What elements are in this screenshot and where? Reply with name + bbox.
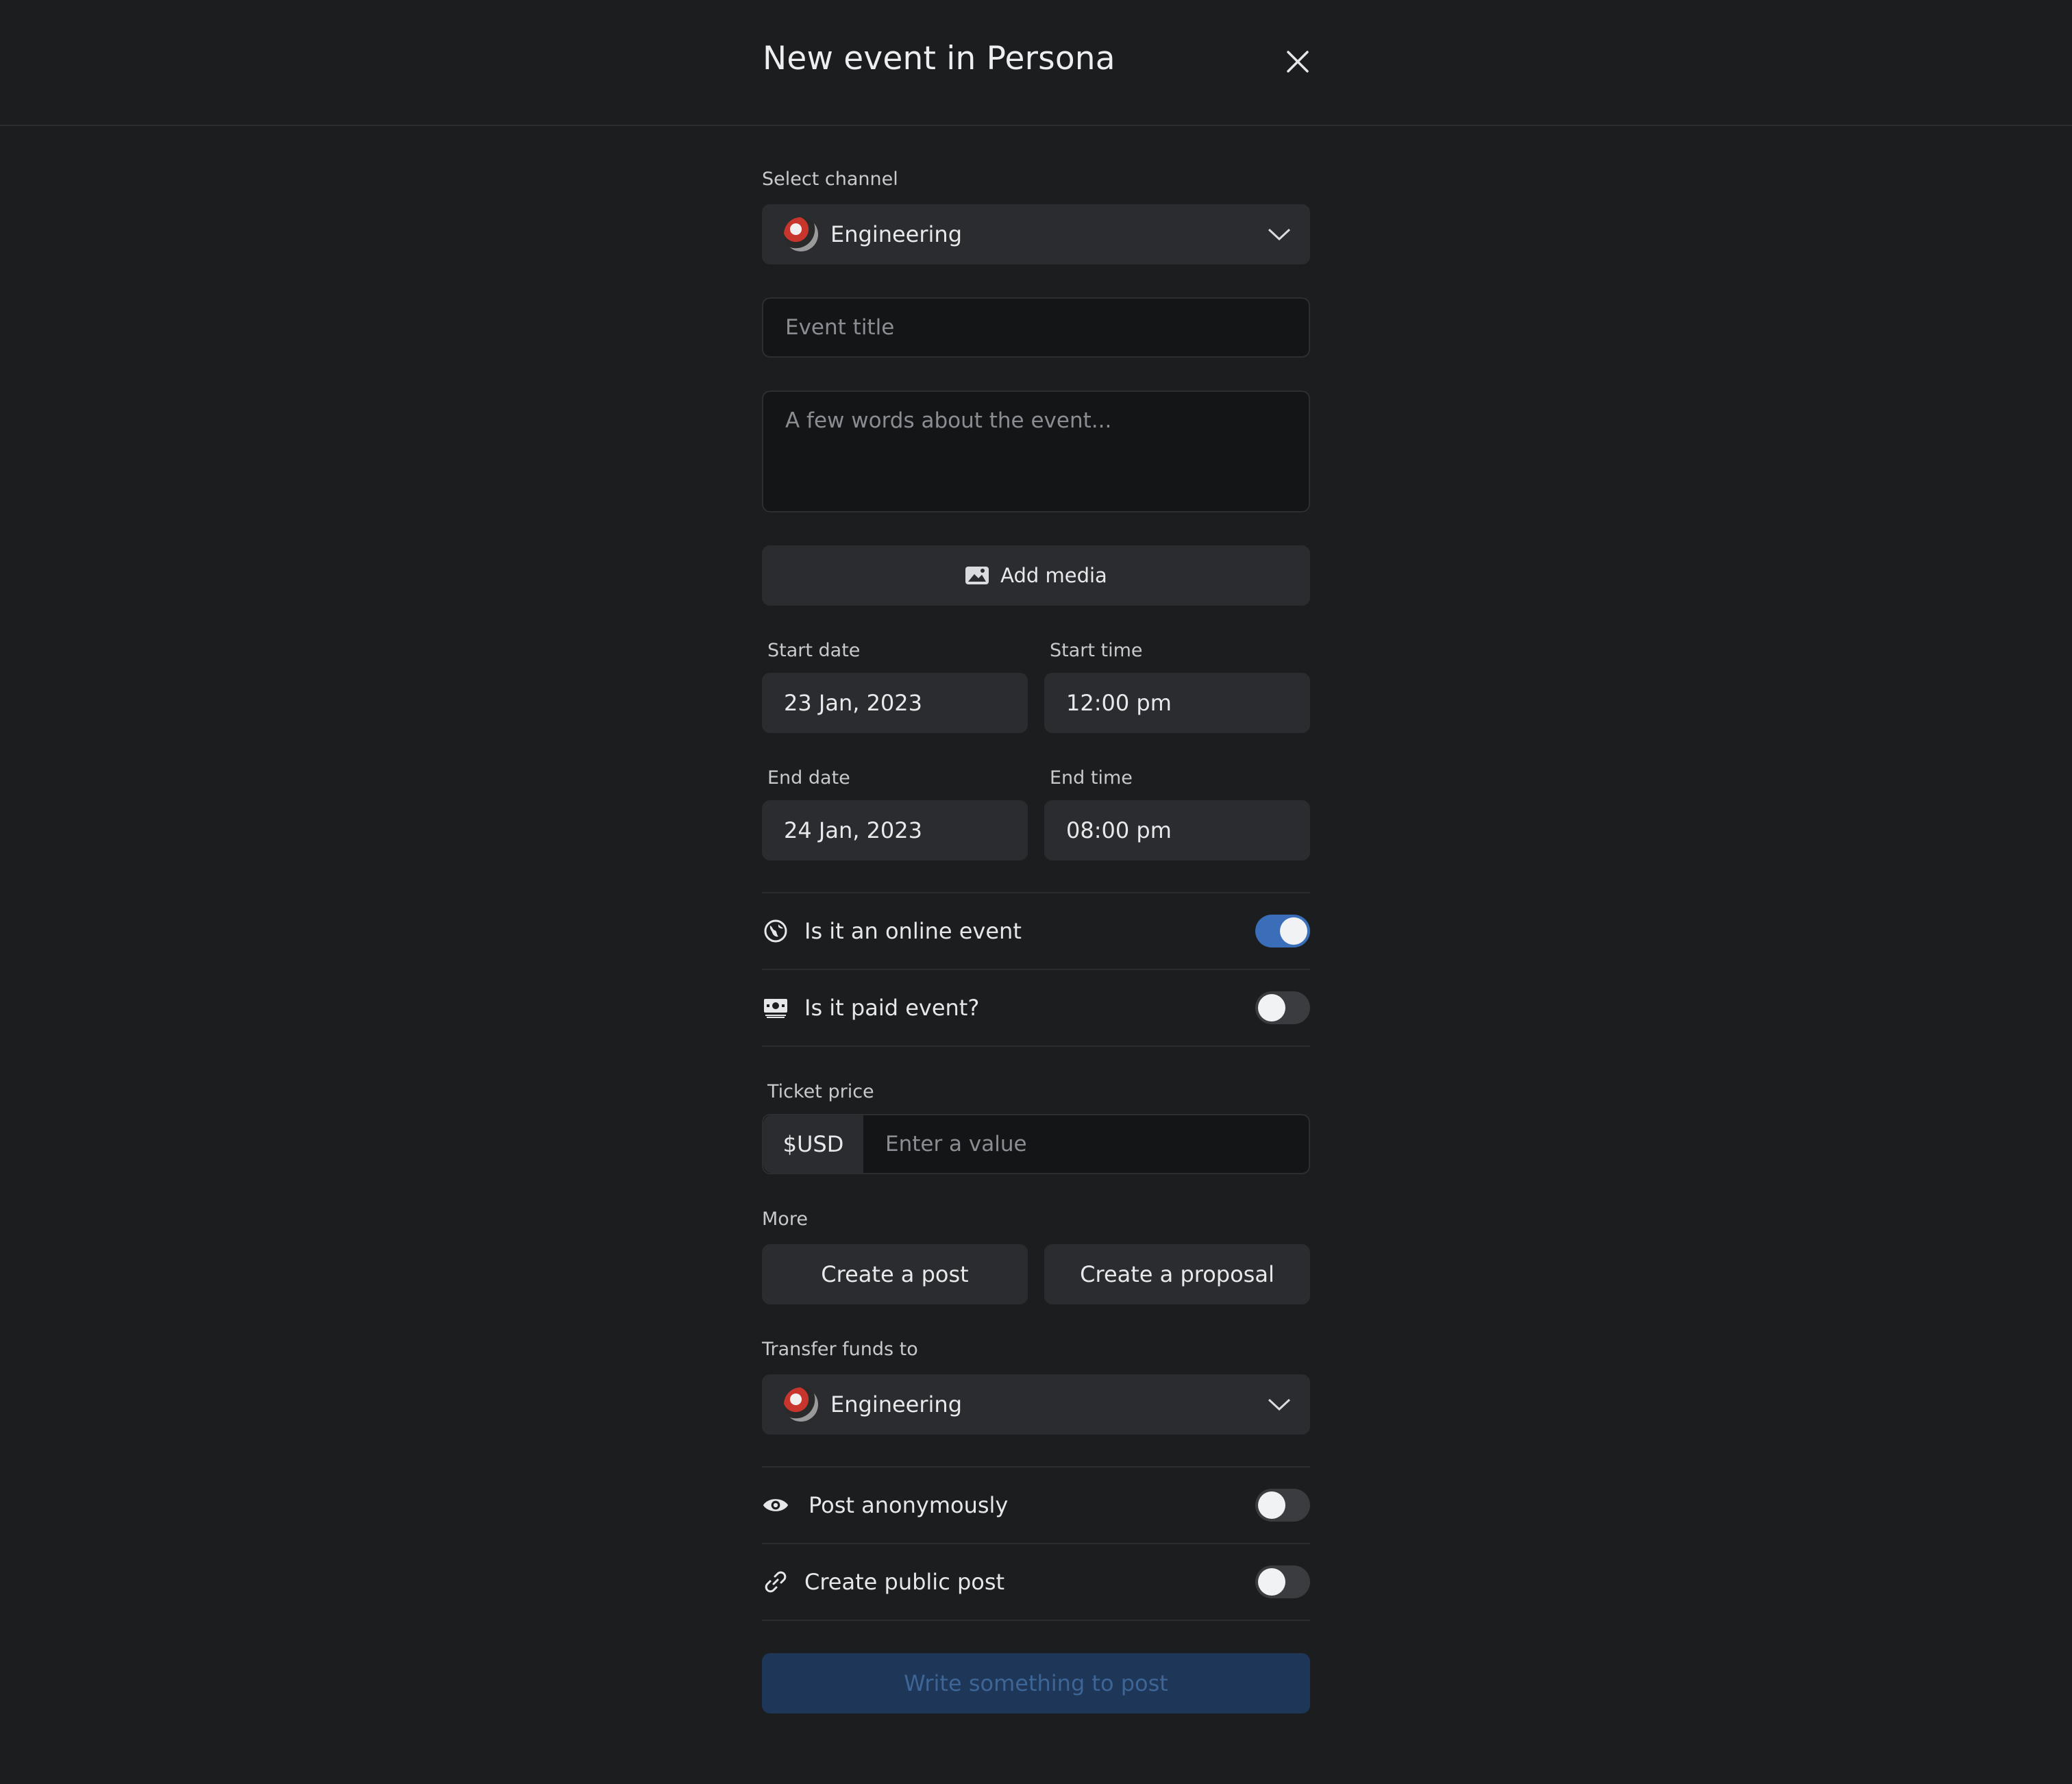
- start-date-input[interactable]: 23 Jan, 2023: [762, 673, 1028, 733]
- start-time-input[interactable]: 12:00 pm: [1044, 673, 1310, 733]
- toggle-knob: [1258, 1491, 1285, 1519]
- close-icon: [1287, 51, 1309, 73]
- add-media-label: Add media: [1000, 564, 1107, 587]
- start-date-label: Start date: [767, 640, 861, 661]
- start-date-value: 23 Jan, 2023: [784, 690, 922, 716]
- transfer-avatar: [784, 1387, 818, 1422]
- link-icon: [762, 1568, 789, 1596]
- money-icon: [762, 994, 789, 1021]
- transfer-funds-value: Engineering: [830, 1391, 962, 1417]
- globe-icon: [762, 917, 789, 945]
- close-button[interactable]: [1283, 47, 1313, 77]
- create-post-button[interactable]: Create a post: [762, 1244, 1028, 1304]
- online-event-row: Is it an online event: [762, 893, 1310, 969]
- add-media-button[interactable]: Add media: [762, 545, 1310, 606]
- event-title-input[interactable]: Event title: [762, 297, 1310, 358]
- more-label: More: [762, 1209, 808, 1230]
- currency-prefix: $USD: [763, 1115, 863, 1173]
- toggle-knob: [1258, 994, 1285, 1021]
- chevron-down-icon: [1268, 228, 1291, 241]
- public-post-row: Create public post: [762, 1544, 1310, 1620]
- paid-event-row: Is it paid event?: [762, 970, 1310, 1045]
- paid-event-label: Is it paid event?: [804, 995, 980, 1021]
- online-event-label: Is it an online event: [804, 918, 1022, 944]
- event-title-placeholder: Event title: [785, 315, 895, 340]
- create-proposal-button[interactable]: Create a proposal: [1044, 1244, 1310, 1304]
- post-anonymously-label: Post anonymously: [809, 1492, 1009, 1518]
- image-icon: [965, 567, 989, 584]
- paid-event-toggle[interactable]: [1255, 991, 1310, 1024]
- post-anonymously-toggle[interactable]: [1255, 1489, 1310, 1522]
- end-time-input[interactable]: 08:00 pm: [1044, 800, 1310, 860]
- eye-icon: [762, 1491, 789, 1519]
- toggle-knob: [1280, 917, 1307, 945]
- online-event-toggle[interactable]: [1255, 915, 1310, 947]
- ticket-price-label: Ticket price: [767, 1081, 874, 1102]
- start-time-value: 12:00 pm: [1066, 690, 1172, 716]
- chevron-down-icon: [1268, 1398, 1291, 1411]
- divider: [762, 1620, 1310, 1621]
- end-date-input[interactable]: 24 Jan, 2023: [762, 800, 1028, 860]
- event-description-placeholder: A few words about the event...: [785, 408, 1112, 433]
- submit-button[interactable]: Write something to post: [762, 1653, 1310, 1713]
- divider: [762, 1045, 1310, 1047]
- public-post-toggle[interactable]: [1255, 1565, 1310, 1598]
- start-time-label: Start time: [1050, 640, 1143, 661]
- transfer-funds-select[interactable]: Engineering: [762, 1374, 1310, 1435]
- channel-avatar: [784, 217, 818, 251]
- toggle-knob: [1258, 1568, 1285, 1596]
- transfer-funds-label: Transfer funds to: [762, 1339, 918, 1360]
- end-date-value: 24 Jan, 2023: [784, 817, 922, 843]
- page-title: New event in Persona: [763, 40, 1115, 77]
- select-channel-label: Select channel: [762, 169, 898, 190]
- channel-select-value: Engineering: [830, 221, 962, 247]
- ticket-price-input[interactable]: Enter a value: [885, 1132, 1027, 1156]
- end-date-label: End date: [767, 767, 850, 789]
- modal-header: New event in Persona: [0, 0, 2072, 126]
- end-time-value: 08:00 pm: [1066, 817, 1172, 843]
- post-anonymously-row: Post anonymously: [762, 1467, 1310, 1543]
- public-post-label: Create public post: [804, 1569, 1005, 1595]
- event-description-textarea[interactable]: A few words about the event...: [762, 391, 1310, 512]
- end-time-label: End time: [1050, 767, 1133, 789]
- ticket-price-input-group: $USD Enter a value: [762, 1114, 1310, 1174]
- channel-select[interactable]: Engineering: [762, 204, 1310, 264]
